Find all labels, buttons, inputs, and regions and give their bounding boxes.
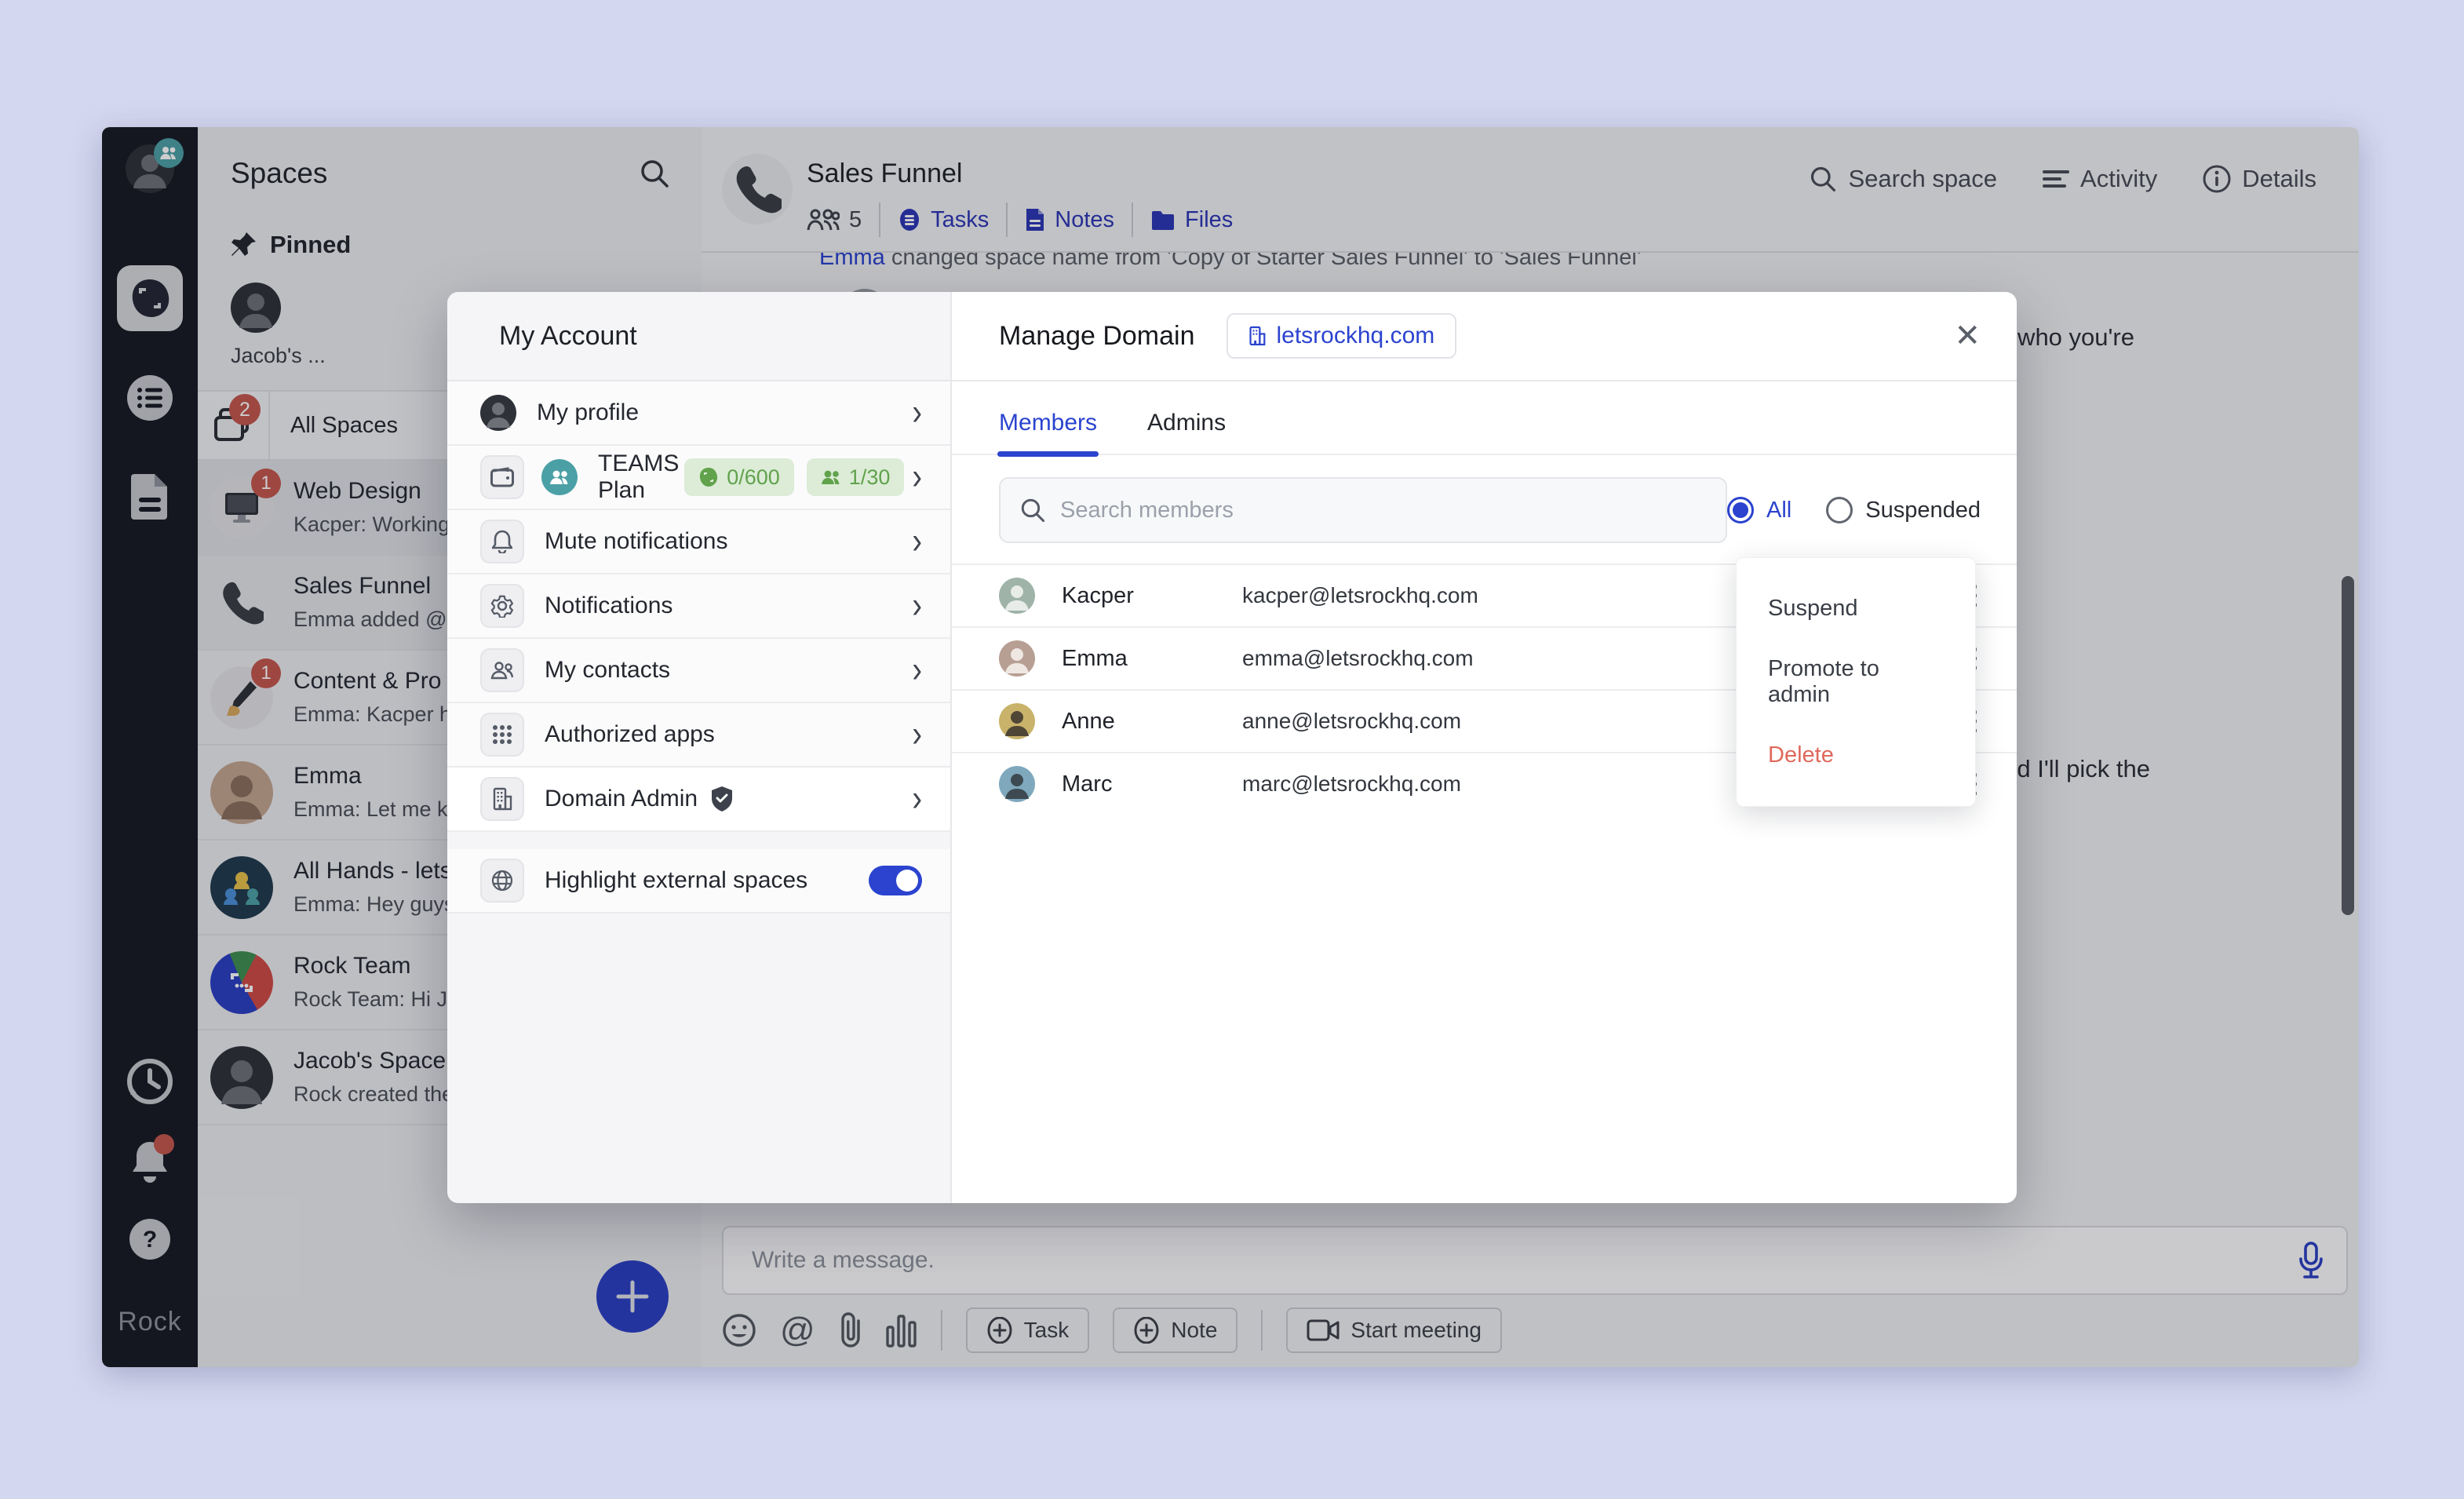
rock-badge-icon: [698, 467, 719, 487]
contacts-icon: [480, 648, 524, 692]
menu-item-authorized-apps[interactable]: Authorized apps ›: [447, 703, 950, 768]
teams-plan-icon: [541, 459, 578, 495]
chevron-right-icon: ›: [912, 585, 922, 627]
my-account-title: My Account: [499, 321, 637, 352]
admin-shield-icon: [710, 786, 734, 812]
plan-members-value: 1/30: [849, 465, 891, 490]
bell-icon: [480, 520, 524, 563]
manage-domain-title: Manage Domain: [999, 321, 1194, 352]
member-email: kacper@letsrockhq.com: [1242, 583, 1478, 608]
menu-label: TEAMS Plan: [598, 450, 684, 504]
plan-messages-value: 0/600: [727, 465, 780, 490]
manage-domain-panel: Manage Domain letsrockhq.com ✕ Members A…: [952, 292, 2017, 1203]
menu-label: Mute notifications: [545, 528, 727, 555]
menu-item-highlight-external[interactable]: Highlight external spaces: [447, 849, 950, 914]
member-avatar: [999, 640, 1035, 677]
tab-members[interactable]: Members: [999, 410, 1097, 454]
member-search: [999, 477, 1727, 543]
member-name: Kacper: [1062, 583, 1242, 609]
menu-item-teams-plan[interactable]: TEAMS Plan 0/600 1/30 ›: [447, 446, 950, 510]
member-name: Marc: [1062, 771, 1242, 797]
chevron-right-icon: ›: [912, 456, 922, 498]
building-icon: [480, 777, 524, 821]
member-email: emma@letsrockhq.com: [1242, 646, 1474, 671]
member-avatar: [999, 578, 1035, 614]
domain-pill[interactable]: letsrockhq.com: [1227, 313, 1457, 359]
highlight-external-toggle[interactable]: [869, 866, 922, 895]
member-search-input[interactable]: [1060, 498, 1707, 523]
menu-label: My profile: [537, 399, 639, 426]
apps-grid-icon: [480, 713, 524, 757]
close-icon[interactable]: ✕: [1954, 318, 1981, 354]
filter-all-label: All: [1766, 498, 1792, 523]
member-name: Anne: [1062, 709, 1242, 735]
menu-label: Highlight external spaces: [545, 867, 807, 894]
account-domain-modal: My Account My profile › TEAMS Plan 0/600: [447, 292, 2017, 1203]
domain-name: letsrockhq.com: [1277, 323, 1435, 349]
profile-avatar: [480, 395, 516, 431]
plan-members-badge: 1/30: [807, 458, 905, 496]
filter-suspended-label: Suspended: [1865, 498, 1981, 523]
plan-messages-badge: 0/600: [684, 458, 794, 496]
member-context-menu: Suspend Promote to admin Delete: [1736, 557, 1976, 807]
my-account-panel: My Account My profile › TEAMS Plan 0/600: [447, 292, 952, 1203]
menu-item-my-contacts[interactable]: My contacts ›: [447, 639, 950, 703]
section-gap: [447, 832, 950, 849]
toggle-knob: [896, 870, 918, 892]
domain-building-icon: [1248, 326, 1266, 346]
radio-circle: [1826, 497, 1853, 523]
context-menu-suspend[interactable]: Suspend: [1737, 578, 1975, 639]
context-menu-promote[interactable]: Promote to admin: [1737, 639, 1975, 725]
chevron-right-icon: ›: [912, 713, 922, 756]
members-badge-icon: [821, 469, 841, 485]
filter-all-radio[interactable]: All: [1727, 497, 1792, 523]
search-icon: [1019, 497, 1046, 523]
globe-icon: [480, 859, 524, 903]
member-avatar: [999, 703, 1035, 739]
radio-circle: [1727, 497, 1754, 523]
menu-label: Notifications: [545, 593, 672, 619]
member-name: Emma: [1062, 646, 1242, 672]
member-avatar: [999, 766, 1035, 802]
chevron-right-icon: ›: [912, 649, 922, 691]
member-email: marc@letsrockhq.com: [1242, 771, 1461, 797]
wallet-icon: [480, 455, 524, 499]
menu-label: Authorized apps: [545, 721, 715, 748]
chevron-right-icon: ›: [912, 392, 922, 434]
menu-label: Domain Admin: [545, 786, 698, 812]
chevron-right-icon: ›: [912, 778, 922, 820]
menu-item-notifications[interactable]: Notifications ›: [447, 574, 950, 639]
menu-label: My contacts: [545, 657, 670, 684]
context-menu-delete[interactable]: Delete: [1737, 725, 1975, 786]
menu-item-my-profile[interactable]: My profile ›: [447, 381, 950, 446]
gear-icon: [480, 584, 524, 628]
filter-suspended-radio[interactable]: Suspended: [1826, 497, 1981, 523]
chevron-right-icon: ›: [912, 520, 922, 563]
tab-admins[interactable]: Admins: [1147, 410, 1226, 454]
menu-item-mute-notifications[interactable]: Mute notifications ›: [447, 510, 950, 574]
menu-item-domain-admin[interactable]: Domain Admin ›: [447, 768, 950, 832]
member-email: anne@letsrockhq.com: [1242, 709, 1461, 734]
